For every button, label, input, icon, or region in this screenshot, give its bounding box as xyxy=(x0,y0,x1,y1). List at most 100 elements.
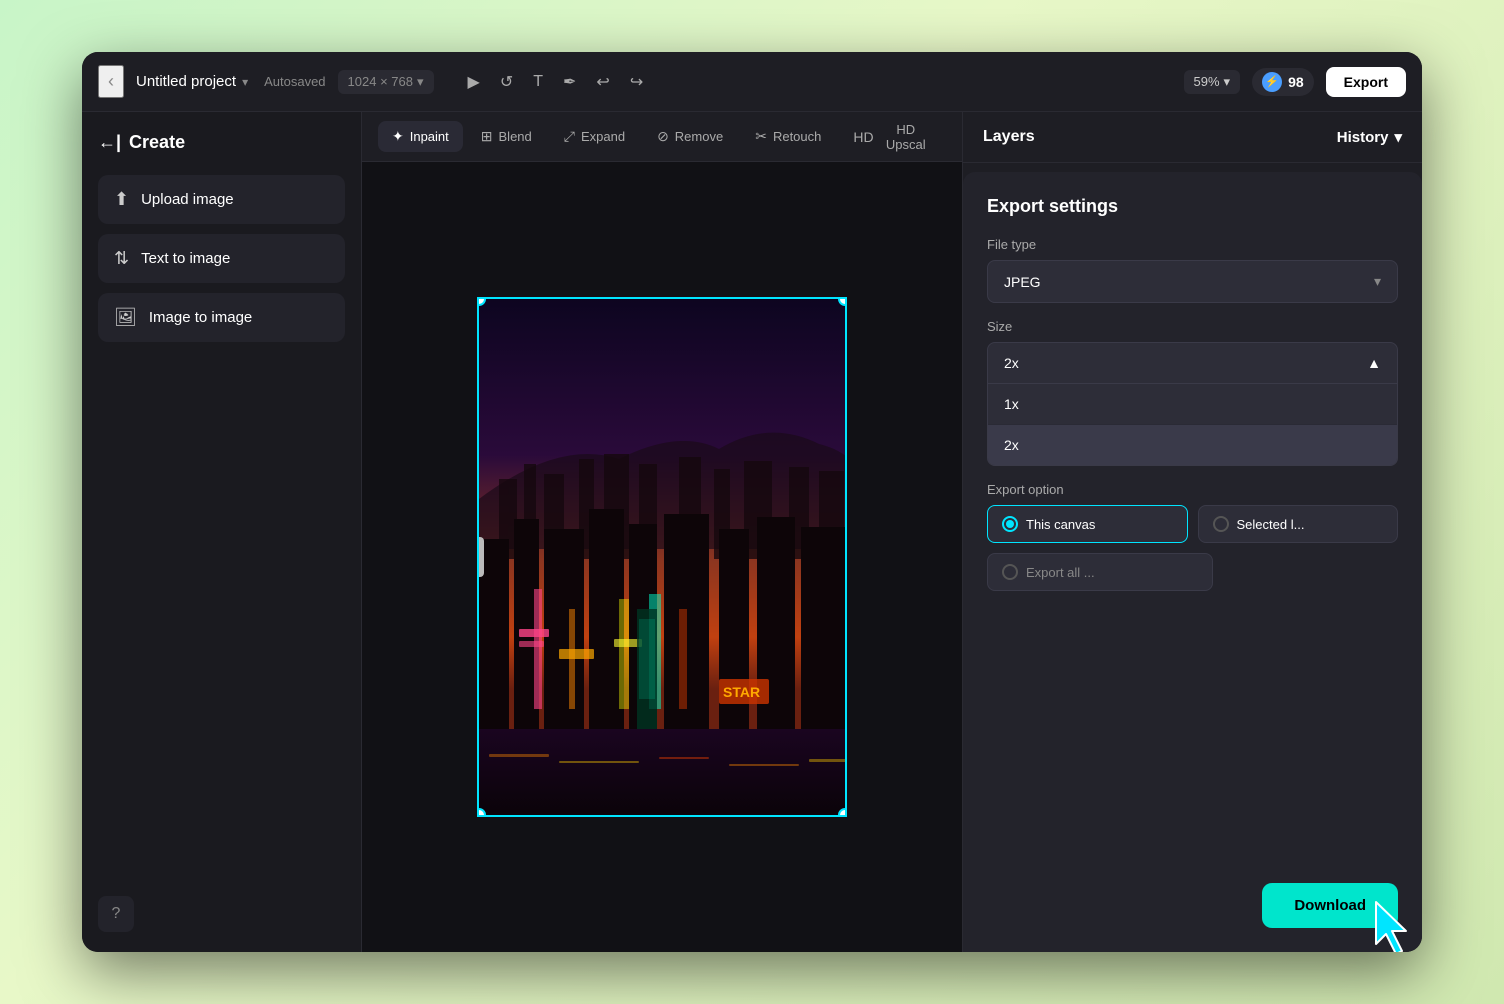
size-option-2x[interactable]: 2x xyxy=(988,425,1397,465)
right-panel-header: Layers History ▾ xyxy=(963,112,1422,163)
credits-count: 98 xyxy=(1288,74,1304,90)
zoom-control[interactable]: 59% ▾ xyxy=(1184,70,1241,94)
size-2x-label: 2x xyxy=(1004,437,1019,453)
export-all-button[interactable]: Export all ... xyxy=(987,553,1213,591)
back-button[interactable]: ‹ xyxy=(98,65,124,98)
sidebar: ←| Create ⬆ Upload image ⇅ Text to image… xyxy=(82,112,362,952)
export-option-label: Export option xyxy=(987,482,1398,497)
upload-image-label: Upload image xyxy=(141,191,234,208)
selected-button[interactable]: Selected l... xyxy=(1198,505,1399,543)
history-label: History xyxy=(1337,129,1389,146)
export-settings-title: Export settings xyxy=(987,196,1398,217)
upload-icon: ⬆ xyxy=(114,189,129,210)
layers-title: Layers xyxy=(983,128,1035,146)
app-body: ←| Create ⬆ Upload image ⇅ Text to image… xyxy=(82,112,1422,952)
canvas-image: STAR xyxy=(477,297,847,817)
file-type-value: JPEG xyxy=(1004,274,1041,290)
tool-group: ▶ ↺ T ✒ ↩ ↪ xyxy=(462,66,650,98)
create-label: Create xyxy=(129,132,185,153)
size-chevron-up-icon: ▲ xyxy=(1367,355,1381,371)
edit-toolbar: ✦ Inpaint ⊞ Blend ⤢ Expand ⊘ Remove ✂ xyxy=(362,112,962,162)
handle-bottom-right[interactable] xyxy=(838,808,847,817)
text-to-image-button[interactable]: ⇅ Text to image xyxy=(98,234,345,283)
zoom-value: 59% xyxy=(1194,74,1220,89)
tab-retouch[interactable]: ✂ Retouch xyxy=(741,121,835,152)
export-all-radio xyxy=(1002,564,1018,580)
help-icon: ? xyxy=(112,905,121,923)
credits-badge: ⚡ 98 xyxy=(1252,68,1314,96)
blend-icon: ⊞ xyxy=(481,128,493,145)
help-button[interactable]: ? xyxy=(98,896,134,932)
credits-icon: ⚡ xyxy=(1262,72,1282,92)
dimensions-text: 1024 × 768 xyxy=(348,74,413,89)
download-section: Download xyxy=(987,883,1398,928)
upscal-icon: HD xyxy=(853,129,873,145)
text-to-image-icon: ⇅ xyxy=(114,248,129,269)
canvas-size[interactable]: 1024 × 768 ▾ xyxy=(338,70,434,94)
export-all-label: Export all ... xyxy=(1026,565,1095,580)
this-canvas-radio xyxy=(1002,516,1018,532)
text-tool[interactable]: T xyxy=(527,67,549,97)
image-to-image-icon: 🖼 xyxy=(114,307,137,328)
project-title[interactable]: Untitled project ▾ xyxy=(136,73,248,90)
undo-button[interactable]: ↩ xyxy=(590,66,615,98)
redo-button[interactable]: ↪ xyxy=(624,66,649,98)
export-option-field: Export option This canvas Selected l... xyxy=(987,482,1398,591)
size-selected-value: 2x xyxy=(1004,355,1019,371)
main-content: ✦ Inpaint ⊞ Blend ⤢ Expand ⊘ Remove ✂ xyxy=(362,112,962,952)
cursor-arrow-icon xyxy=(1368,898,1418,952)
file-type-select[interactable]: JPEG ▾ xyxy=(987,260,1398,303)
handle-side[interactable] xyxy=(477,537,484,577)
header: ‹ Untitled project ▾ Autosaved 1024 × 76… xyxy=(82,52,1422,112)
pen-tool[interactable]: ✒ xyxy=(557,66,582,98)
upload-image-button[interactable]: ⬆ Upload image xyxy=(98,175,345,224)
export-button[interactable]: Export xyxy=(1326,67,1406,97)
size-option-1x[interactable]: 1x xyxy=(988,384,1397,425)
selected-radio xyxy=(1213,516,1229,532)
size-label: Size xyxy=(987,319,1398,334)
back-create-icon: ←| xyxy=(98,132,121,153)
title-text: Untitled project xyxy=(136,73,236,90)
this-canvas-button[interactable]: This canvas xyxy=(987,505,1188,543)
tab-inpaint[interactable]: ✦ Inpaint xyxy=(378,121,463,152)
tab-remove[interactable]: ⊘ Remove xyxy=(643,121,737,152)
sidebar-title: ←| Create xyxy=(98,132,345,153)
tab-upscal[interactable]: HD HD Upscal xyxy=(839,115,946,159)
file-type-chevron-icon: ▾ xyxy=(1374,273,1381,290)
svg-text:STAR: STAR xyxy=(723,684,760,700)
retouch-label: Retouch xyxy=(773,129,821,144)
expand-icon: ⤢ xyxy=(564,128,575,145)
size-dropdown: 2x ▲ 1x 2x xyxy=(987,342,1398,466)
file-type-field: File type JPEG ▾ xyxy=(987,237,1398,303)
canvas-area[interactable]: STAR xyxy=(362,162,962,952)
this-canvas-label: This canvas xyxy=(1026,517,1095,532)
blend-label: Blend xyxy=(499,129,532,144)
tab-expand[interactable]: ⤢ Expand xyxy=(550,121,639,152)
history-chevron-icon: ▾ xyxy=(1394,128,1402,146)
rotate-tool[interactable]: ↺ xyxy=(494,66,519,98)
select-tool[interactable]: ▶ xyxy=(462,66,486,98)
upscal-label: HD Upscal xyxy=(880,122,932,152)
size-1x-label: 1x xyxy=(1004,396,1019,412)
right-panel: Layers History ▾ Export settings File ty… xyxy=(962,112,1422,952)
dimensions-chevron-icon: ▾ xyxy=(417,74,424,90)
history-button[interactable]: History ▾ xyxy=(1337,128,1402,146)
size-select-header[interactable]: 2x ▲ xyxy=(988,343,1397,384)
inpaint-icon: ✦ xyxy=(392,128,404,145)
inpaint-label: Inpaint xyxy=(410,129,449,144)
image-to-image-button[interactable]: 🖼 Image to image xyxy=(98,293,345,342)
title-chevron-icon: ▾ xyxy=(242,75,248,89)
zoom-chevron-icon: ▾ xyxy=(1224,74,1231,90)
size-field: Size 2x ▲ 1x 2x xyxy=(987,319,1398,466)
export-settings-panel: Export settings File type JPEG ▾ Size 2x xyxy=(963,172,1422,952)
header-right: 59% ▾ ⚡ 98 Export xyxy=(1184,67,1406,97)
city-svg: STAR xyxy=(479,299,847,817)
selected-label: Selected l... xyxy=(1237,517,1305,532)
remove-icon: ⊘ xyxy=(657,128,669,145)
autosaved-status: Autosaved xyxy=(264,74,325,89)
file-type-label: File type xyxy=(987,237,1398,252)
tab-blend[interactable]: ⊞ Blend xyxy=(467,121,546,152)
retouch-icon: ✂ xyxy=(755,128,767,145)
remove-label: Remove xyxy=(675,129,723,144)
image-to-image-label: Image to image xyxy=(149,309,252,326)
